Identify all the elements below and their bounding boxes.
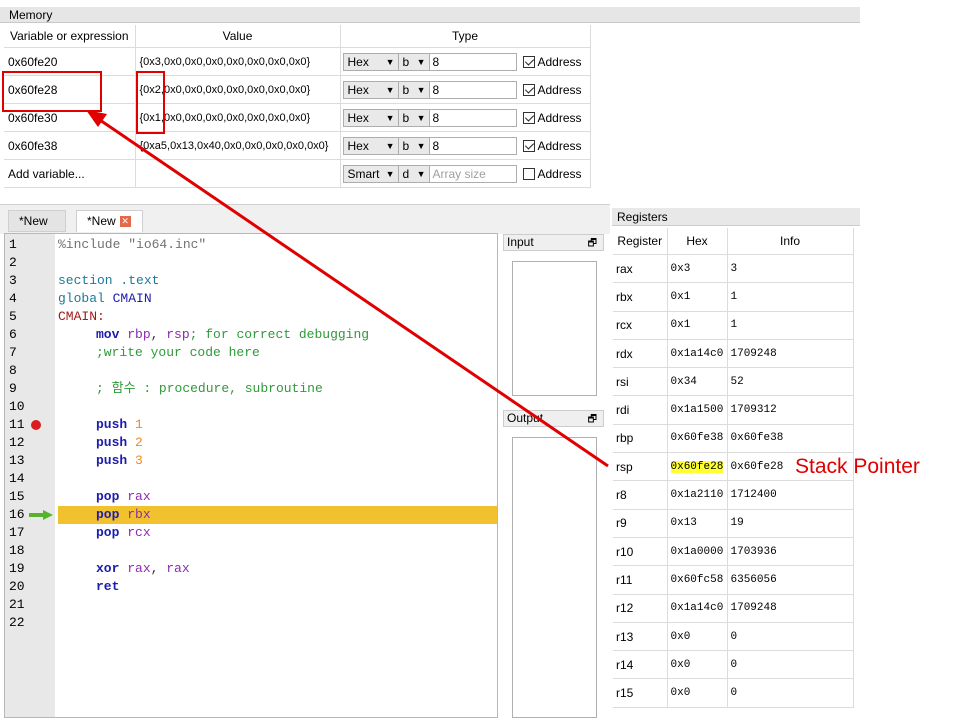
- annotation-arrow: [86, 110, 609, 468]
- annotation-label: Stack Pointer: [795, 455, 920, 478]
